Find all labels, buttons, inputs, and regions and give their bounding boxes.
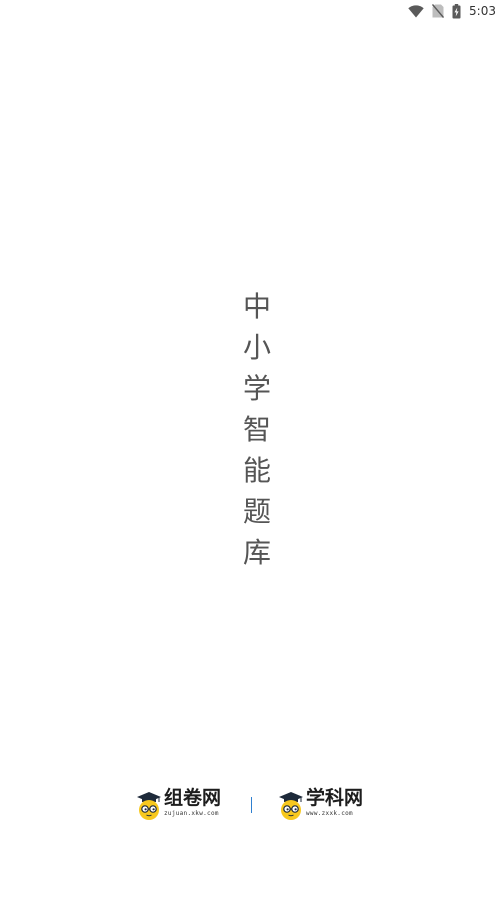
- splash-screen: 5:03 中 小 学 智 能 题 库 组卷网 zujuan.xkw.com 学科…: [0, 0, 504, 897]
- title-char: 学: [242, 372, 271, 405]
- title-char: 库: [242, 536, 271, 569]
- battery-charging-icon: [452, 3, 461, 19]
- no-sim-icon: [432, 4, 445, 18]
- zujuan-logo: 组卷网 zujuan.xkw.com: [136, 787, 221, 827]
- brand-url: www.zxxk.com: [306, 810, 353, 817]
- title-char: 中: [242, 290, 271, 323]
- title-char: 智: [242, 413, 271, 446]
- brand-divider: [251, 797, 252, 813]
- zxxk-logo: 学科网 www.zxxk.com: [278, 787, 363, 827]
- brand-name: 学科网: [306, 787, 364, 809]
- wifi-icon: [408, 4, 424, 18]
- title-char: 能: [242, 454, 271, 487]
- app-title: 中 小 学 智 能 题 库: [240, 287, 274, 574]
- brand-url: zujuan.xkw.com: [164, 810, 219, 817]
- status-time: 5:03: [469, 4, 496, 18]
- mascot-icon: [136, 789, 162, 823]
- mascot-icon: [278, 789, 304, 823]
- brand-name: 组卷网: [164, 787, 222, 809]
- title-char: 小: [242, 331, 271, 364]
- title-char: 题: [242, 495, 271, 528]
- brand-logos: 组卷网 zujuan.xkw.com 学科网 www.zxxk.com: [0, 787, 504, 827]
- status-bar: 5:03: [0, 0, 504, 22]
- status-icons: 5:03: [408, 3, 496, 19]
